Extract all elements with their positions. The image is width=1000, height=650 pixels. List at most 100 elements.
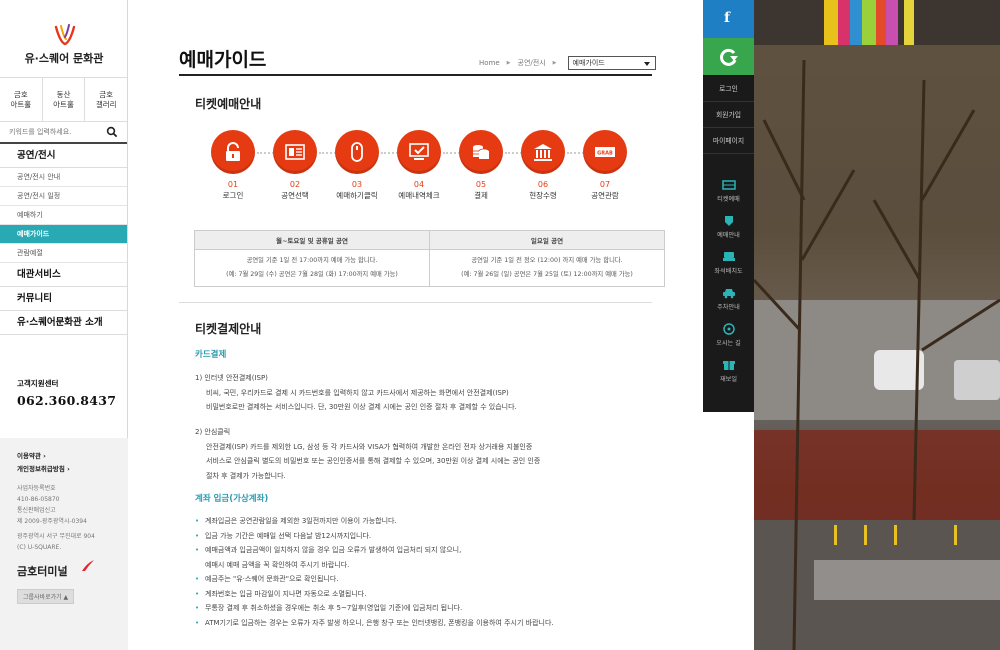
- table-header: 일요일 공연: [429, 230, 665, 250]
- step-label: 로그인: [222, 191, 244, 200]
- menu-performance-info[interactable]: 공연/전시 안내: [0, 168, 127, 187]
- step-label: 결제: [474, 191, 488, 200]
- monitor-check-icon: [409, 143, 429, 160]
- comm-number: 제 2009-광주광역시-0394: [17, 518, 87, 525]
- search-box: [0, 122, 127, 144]
- quick-label: 오시는 길: [716, 340, 741, 347]
- search-icon[interactable]: [106, 126, 118, 138]
- card-payment-heading: 카드결제: [195, 350, 227, 360]
- step-pickup: 06 현장수령: [513, 130, 573, 201]
- chevron-down-icon: [643, 62, 650, 66]
- bullet-icon: •: [195, 604, 200, 612]
- menu-etiquette[interactable]: 관람예절: [0, 244, 127, 263]
- account-payment-heading: 계좌 입금(가상계좌): [195, 494, 269, 504]
- hall-link-dongsan-arthall[interactable]: 동산 아트홀: [43, 78, 86, 121]
- hall-link-kumho-gallery[interactable]: 금호 갤러리: [85, 78, 127, 121]
- table-cell: 공연일 기준 1일 전 17:00까지 예매 가능 합니다. (예: 7월 29…: [194, 249, 430, 287]
- cell-line: 공연일 기준 1일 전 정오 (12:00) 까지 예매 가능 합니다.: [471, 257, 623, 264]
- cell-line: (예: 7월 26일 (일) 공연은 7월 25일 (토) 12:00까지 예매…: [461, 271, 633, 278]
- menu-booking-guide[interactable]: 예매가이드: [0, 225, 127, 244]
- table-header-row: 월~토요일 및 공휴일 공연 일요일 공연: [194, 230, 665, 250]
- ticket-icon: GRAB: [595, 147, 615, 157]
- hall-link-label: 금호 아트홀: [10, 90, 32, 109]
- breadcrumb: Home ▶ 공연/전시 ▶ 예매가이드: [479, 56, 656, 70]
- step-circle: [521, 130, 565, 174]
- quick-parking[interactable]: 주차안내: [703, 282, 754, 318]
- mypage-link[interactable]: 마이페이지: [703, 128, 754, 154]
- quick-directions[interactable]: 오시는 길: [703, 318, 754, 354]
- step-circle: [459, 130, 503, 174]
- step-label: 공연관람: [591, 191, 619, 200]
- contact-phone: 062.360.8437: [17, 393, 117, 408]
- step-number: 01: [227, 180, 239, 189]
- quick-ticket-booking[interactable]: 티켓예매: [703, 174, 754, 210]
- hall-link-kumho-arthall[interactable]: 금호 아트홀: [0, 78, 43, 121]
- shield-icon: [724, 216, 733, 226]
- signup-link[interactable]: 회원가입: [703, 102, 754, 128]
- list-item: • 무통장 결제 후 취소하셨을 경우에는 취소 후 5~7일후(영업일 기준)에…: [195, 601, 655, 616]
- compass-icon: [722, 323, 735, 335]
- card-item-title: 2) 안심클릭: [195, 428, 231, 436]
- menu-booking[interactable]: 예매하기: [0, 206, 127, 225]
- share-icon: [720, 48, 738, 66]
- hall-link-label: 동산 아트홀: [53, 90, 74, 109]
- contact-center: 고객지원센터 062.360.8437: [17, 378, 116, 408]
- breadcrumb-home[interactable]: Home: [479, 59, 500, 67]
- step-circle: [211, 130, 255, 174]
- breadcrumb-separator-icon: ▶: [552, 60, 557, 66]
- list-item: • 예금주는 "유·스퀘어 문화관"으로 확인됩니다.: [195, 572, 655, 587]
- step-label: 예매내역체크: [398, 191, 440, 200]
- card-item-line: 안전결제(ISP) 카드를 제외한 LG, 삼성 등 각 카드사와 VISA가 …: [206, 442, 533, 451]
- step-circle: [273, 130, 317, 174]
- menu-about[interactable]: 유·스퀘어문화관 소개: [0, 311, 127, 335]
- list-item-text: 계좌입금은 공연관람일을 제외한 3일전까지만 이용이 가능합니다.: [205, 517, 397, 525]
- step-number: 05: [475, 180, 487, 189]
- breadcrumb-select[interactable]: 예매가이드: [567, 56, 656, 70]
- account-payment-list: • 계좌입금은 공연관람일을 제외한 3일전까지만 이용이 가능합니다. • 입금 …: [195, 514, 655, 630]
- coins-icon: [473, 145, 490, 159]
- menu-performance-schedule[interactable]: 공연/전시 일정: [0, 187, 127, 206]
- section-divider: [179, 302, 652, 303]
- contact-label: 고객지원센터: [17, 379, 59, 388]
- hall-links: 금호 아트홀 동산 아트홀 금호 갤러리: [0, 78, 127, 122]
- list-item-text: 예매금액과 입금금액이 일치하지 않을 경우 입금 오류가 발생하여 입금처리 …: [205, 546, 462, 554]
- step-number: 02: [289, 180, 301, 189]
- menu-community[interactable]: 커뮤니티: [0, 287, 127, 311]
- privacy-link[interactable]: 개인정보취급방침 ›: [17, 463, 128, 476]
- lock-icon: [226, 142, 240, 161]
- seat-icon: [722, 252, 735, 261]
- card-item-line: 비밀번호로만 결제하는 서비스입니다. 단, 30만원 이상 결제 시에는 공인…: [206, 403, 517, 411]
- biz-number: 410-86-05870: [17, 496, 60, 503]
- list-item: • ATM기기로 입금하는 경우는 오류가 자주 발생 하오니, 은행 창구 또는…: [195, 616, 655, 631]
- facebook-button[interactable]: f: [703, 0, 754, 38]
- step-click-book: 03 예매하기클릭: [327, 130, 387, 201]
- kumho-terminal-logo[interactable]: 금호터미널: [17, 560, 128, 579]
- logo[interactable]: 유·스퀘어 문화관: [0, 0, 127, 78]
- family-site-button[interactable]: 그룹사바로가기 ▲: [17, 589, 75, 604]
- terms-link[interactable]: 이용약관 ›: [17, 450, 128, 463]
- logo-mark-icon: [54, 24, 76, 46]
- list-item: • 예매금액과 입금금액이 일치하지 않을 경우 입금 오류가 발생하여 입금처리…: [195, 543, 655, 572]
- quick-seat-map[interactable]: 좌석배치도: [703, 246, 754, 282]
- bank-icon: [534, 144, 552, 161]
- menu-performance[interactable]: 공연/전시: [0, 144, 127, 168]
- breadcrumb-section[interactable]: 공연/전시: [518, 58, 546, 68]
- menu-rental[interactable]: 대관서비스: [0, 263, 127, 287]
- share-button[interactable]: [703, 38, 754, 76]
- bullet-icon: •: [195, 546, 200, 554]
- title-divider: [179, 74, 652, 76]
- quick-label: 재보일: [719, 376, 738, 383]
- quick-gift[interactable]: 재보일: [703, 354, 754, 390]
- table-row: 공연일 기준 1일 전 17:00까지 예매 가능 합니다. (예: 7월 29…: [194, 249, 665, 287]
- search-input[interactable]: [0, 122, 100, 142]
- sidebar-footer: 이용약관 › 개인정보취급방침 › 사업자등록번호 410-86-05870 통…: [0, 438, 128, 650]
- bullet-icon: •: [195, 618, 200, 627]
- swoosh-icon: [82, 560, 94, 571]
- comm-label: 통신판매업신고: [17, 507, 56, 514]
- quick-booking-guide[interactable]: 예매안내: [703, 210, 754, 246]
- login-link[interactable]: 로그인: [703, 76, 754, 102]
- list-item: • 입금 가능 기간은 예매일 선택 다음날 밤12시까지입니다.: [195, 529, 655, 544]
- quick-label: 예매안내: [717, 232, 740, 239]
- payment-heading: 티켓결제안내: [195, 322, 262, 336]
- list-item-text: 계좌번호는 입금 마감일이 지나면 자동으로 소멸됩니다.: [205, 589, 367, 598]
